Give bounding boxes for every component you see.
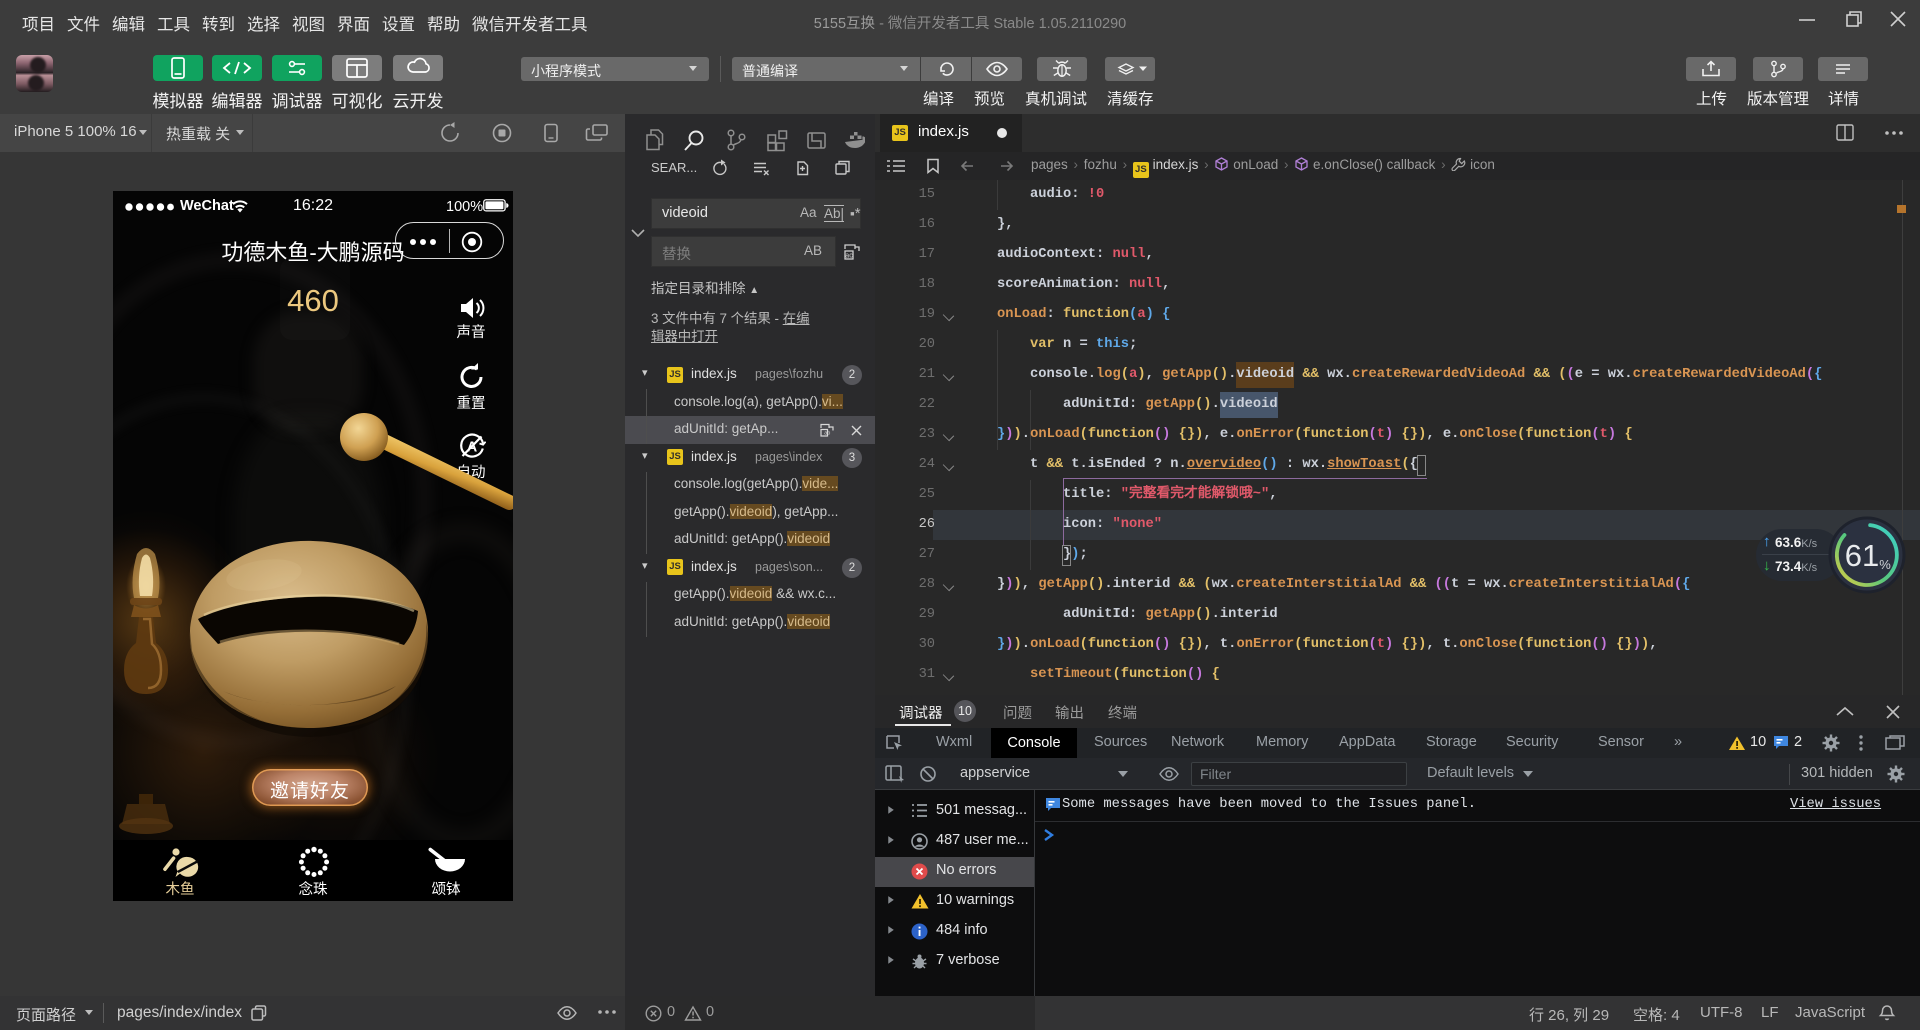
svg-text:61: 61 [1845,538,1879,573]
svg-text:%: % [1879,557,1891,572]
svg-text:ab: ab [824,431,830,437]
svg-text:ac: ac [845,253,853,260]
